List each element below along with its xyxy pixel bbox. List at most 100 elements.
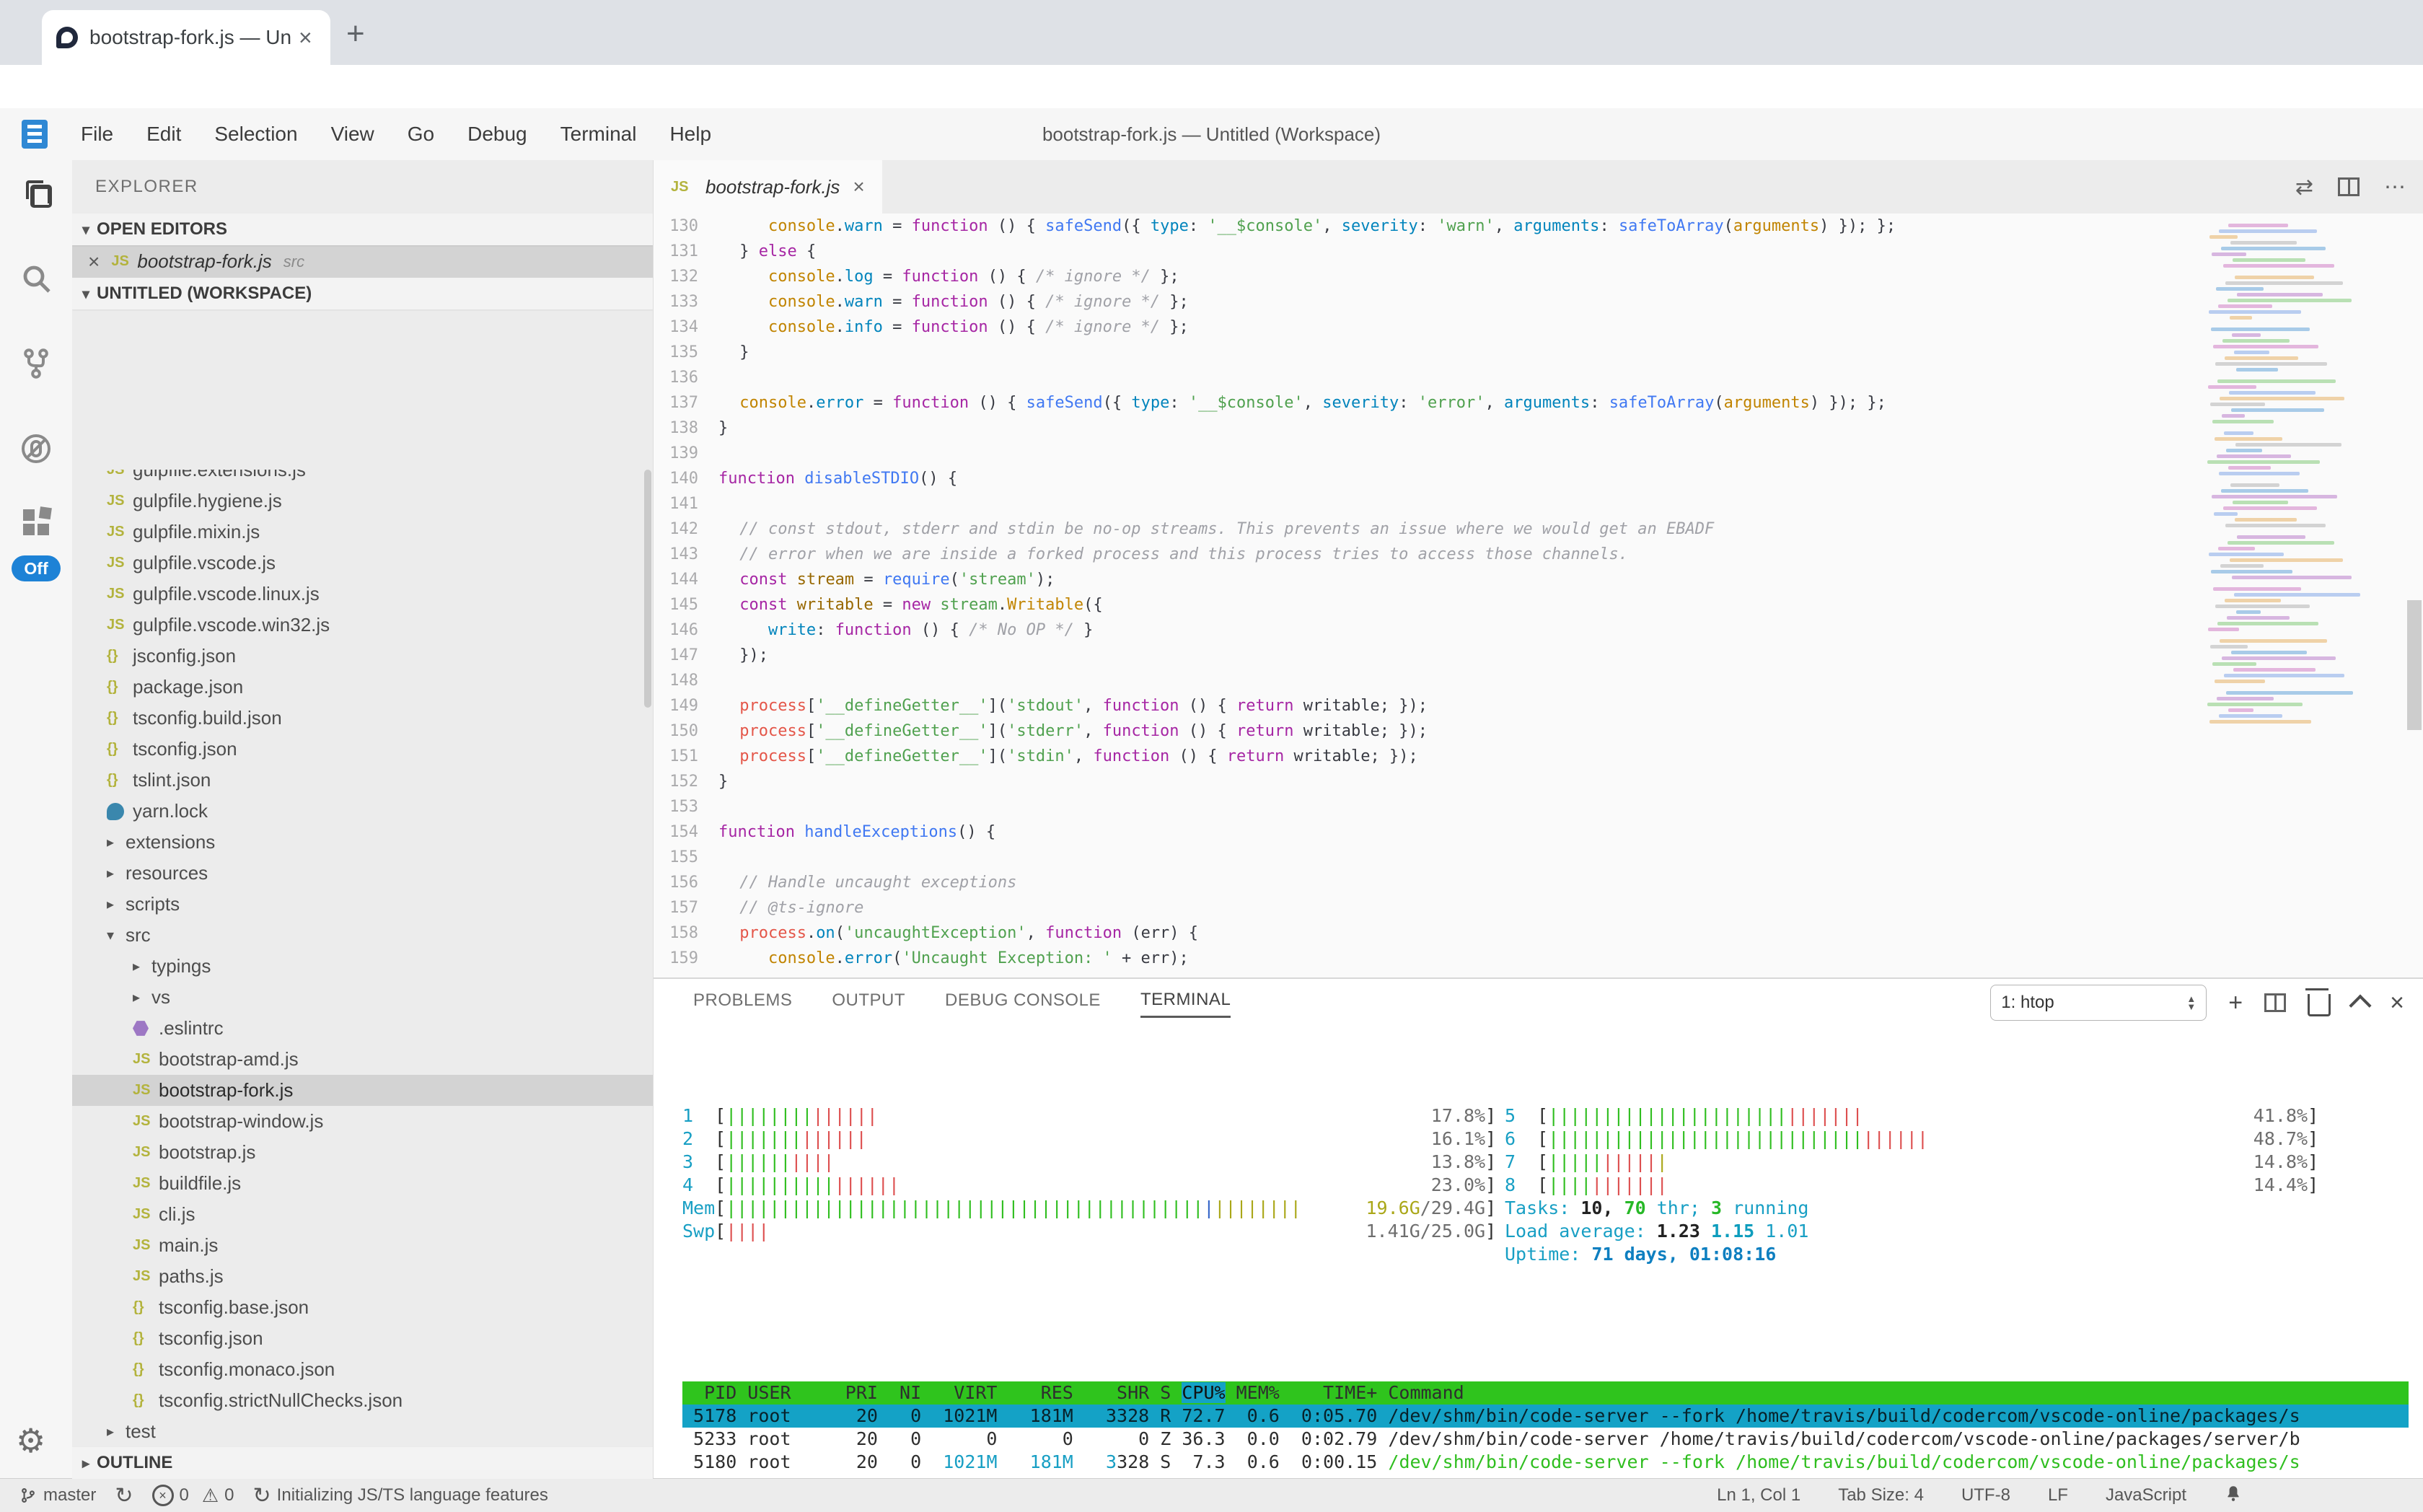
close-icon[interactable]: ×: [88, 250, 100, 273]
htop-process-row[interactable]: 5233 root 20 0 0 0 0 Z 36.3 0.0 0:02.79 …: [682, 1428, 2409, 1451]
new-tab-button[interactable]: +: [346, 16, 365, 52]
close-panel-icon[interactable]: ×: [2390, 989, 2404, 1017]
tree-item-tsconfig.base.json[interactable]: {}tsconfig.base.json: [72, 1292, 653, 1323]
chevron-down-icon: ▾: [82, 221, 89, 239]
tree-item-tsconfig.monaco.json[interactable]: {}tsconfig.monaco.json: [72, 1354, 653, 1385]
tree-item-test[interactable]: ▸test: [72, 1416, 653, 1447]
tree-item-gulpfile.vscode.win32.js[interactable]: JSgulpfile.vscode.win32.js: [72, 610, 653, 641]
tree-item-jsconfig.json[interactable]: {}jsconfig.json: [72, 641, 653, 672]
debug-disabled-icon[interactable]: [19, 431, 53, 466]
tree-item-extensions[interactable]: ▸extensions: [72, 827, 653, 858]
code-editor[interactable]: 130 console.warn = function () { safeSen…: [654, 214, 2423, 977]
workspace-header[interactable]: ▾ UNTITLED (WORKSPACE): [72, 278, 653, 309]
minimap[interactable]: [2207, 218, 2380, 744]
tree-item-gulpfile.vscode.js[interactable]: JSgulpfile.vscode.js: [72, 548, 653, 579]
split-terminal-icon[interactable]: [2264, 993, 2286, 1012]
open-editor-item[interactable]: × JS bootstrap-fork.js src: [72, 245, 653, 278]
htop-process-row[interactable]: 5178 root 20 0 1021M 181M 3328 R 72.7 0.…: [682, 1405, 2409, 1428]
explorer-icon[interactable]: [19, 176, 53, 211]
tree-item-scripts[interactable]: ▸scripts: [72, 889, 653, 920]
source-control-icon[interactable]: [19, 346, 53, 381]
js-file-icon: JS: [107, 617, 133, 633]
js-file-icon: JS: [107, 524, 133, 540]
tree-item-gulpfile.hygiene.js[interactable]: JSgulpfile.hygiene.js: [72, 485, 653, 517]
tab-close-icon[interactable]: ×: [299, 25, 312, 51]
settings-gear-icon[interactable]: ⚙: [16, 1421, 45, 1460]
htop-process-row[interactable]: 5180 root 20 0 1021M 181M 3328 S 7.3 0.6…: [682, 1451, 2409, 1473]
new-terminal-icon[interactable]: +: [2228, 989, 2243, 1017]
language-status[interactable]: ↻ Initializing JS/TS language features: [253, 1483, 548, 1508]
sidebar-title: EXPLORER: [72, 160, 653, 214]
sync-button[interactable]: ↻: [115, 1483, 133, 1508]
tree-item-tslint.json[interactable]: {}tslint.json: [72, 765, 653, 796]
tree-item-bootstrap.js[interactable]: JSbootstrap.js: [72, 1137, 653, 1168]
code-line-141: 141: [654, 491, 2423, 517]
language-mode[interactable]: JavaScript: [2106, 1485, 2186, 1506]
kill-terminal-icon[interactable]: [2308, 994, 2331, 1016]
sidebar-scrollbar[interactable]: [644, 470, 651, 708]
tree-item-.eslintrc[interactable]: .eslintrc: [72, 1013, 653, 1044]
extensions-icon[interactable]: [19, 505, 53, 540]
tree-item-tsconfig.json[interactable]: {}tsconfig.json: [72, 1323, 653, 1354]
tree-item-bootstrap-amd.js[interactable]: JSbootstrap-amd.js: [72, 1044, 653, 1075]
tree-item-tsconfig.json[interactable]: {}tsconfig.json: [72, 734, 653, 765]
tree-item-vs[interactable]: ▸vs: [72, 982, 653, 1013]
terminal-line: 8[|||||||||||14.4%]: [1505, 1174, 2409, 1197]
eol[interactable]: LF: [2048, 1485, 2068, 1506]
tree-item-bootstrap-fork.js[interactable]: JSbootstrap-fork.js: [72, 1075, 653, 1106]
tree-item-paths.js[interactable]: JSpaths.js: [72, 1261, 653, 1292]
tree-item-bootstrap-window.js[interactable]: JSbootstrap-window.js: [72, 1106, 653, 1137]
tab-size[interactable]: Tab Size: 4: [1838, 1485, 1924, 1506]
cursor-position[interactable]: Ln 1, Col 1: [1717, 1485, 1800, 1506]
outline-header[interactable]: ▸ OUTLINE: [72, 1447, 653, 1479]
notifications-bell-icon[interactable]: [2224, 1484, 2243, 1508]
tree-item-gulpfile.vscode.linux.js[interactable]: JSgulpfile.vscode.linux.js: [72, 579, 653, 610]
branch-indicator[interactable]: master: [19, 1485, 96, 1506]
js-file-icon: JS: [133, 1175, 159, 1192]
code-line-157: 157 // @ts-ignore: [654, 895, 2423, 920]
htop-table-header: PID USER PRI NI VIRT RES SHR S CPU% MEM%…: [682, 1381, 2409, 1405]
open-editors-header[interactable]: ▾ OPEN EDITORS: [72, 214, 653, 245]
encoding[interactable]: UTF-8: [1961, 1485, 2010, 1506]
terminal-select[interactable]: 1: htop ▲▼: [1990, 985, 2207, 1021]
tree-item-cli.js[interactable]: JScli.js: [72, 1199, 653, 1230]
editor-tabbar: JS bootstrap-fork.js × ⇄ ⋯: [654, 160, 2423, 214]
code-line-138: 138}: [654, 416, 2423, 441]
code-line-132: 132 console.log = function () { /* ignor…: [654, 264, 2423, 289]
terminal[interactable]: 1[||||||||||||||17.8%]2[|||||||||||||16.…: [682, 1058, 2409, 1473]
tree-item-typings[interactable]: ▸typings: [72, 951, 653, 982]
more-actions-icon[interactable]: ⋯: [2384, 175, 2406, 200]
tab-output[interactable]: OUTPUT: [832, 990, 905, 1016]
tab-debug-console[interactable]: DEBUG CONSOLE: [945, 990, 1101, 1016]
problems-indicator[interactable]: × 0 ⚠ 0: [152, 1485, 234, 1507]
tree-item-main.js[interactable]: JSmain.js: [72, 1230, 653, 1261]
browser-tab[interactable]: bootstrap-fork.js — Untitled (W ×: [42, 10, 330, 65]
code-line-154: 154function handleExceptions() {: [654, 819, 2423, 845]
browser-tab-title: bootstrap-fork.js — Untitled (W: [89, 26, 291, 49]
tree-item-yarn.lock[interactable]: yarn.lock: [72, 796, 653, 827]
split-editor-icon[interactable]: [2338, 177, 2360, 196]
search-icon[interactable]: [19, 261, 53, 296]
code-line-140: 140function disableSTDIO() {: [654, 466, 2423, 491]
editor-tab[interactable]: JS bootstrap-fork.js ×: [654, 160, 882, 214]
tree-item-tsconfig.strictNullChecks.json[interactable]: {}tsconfig.strictNullChecks.json: [72, 1385, 653, 1416]
tab-problems[interactable]: PROBLEMS: [693, 990, 792, 1016]
tree-item-gulpfile.extensions.js[interactable]: JSgulpfile.extensions.js: [72, 470, 653, 485]
eslint-file-icon: [133, 1021, 159, 1037]
tree-item-tsconfig.build.json[interactable]: {}tsconfig.build.json: [72, 703, 653, 734]
tree-item-package.json[interactable]: {}package.json: [72, 672, 653, 703]
off-badge[interactable]: Off: [12, 555, 61, 581]
maximize-panel-icon[interactable]: [2349, 994, 2372, 1016]
select-stepper-icon: ▲▼: [2186, 995, 2196, 1011]
tree-item-src[interactable]: ▾src: [72, 920, 653, 951]
git-branch-icon: [19, 1486, 38, 1505]
tab-close-icon[interactable]: ×: [853, 175, 864, 198]
tree-item-resources[interactable]: ▸resources: [72, 858, 653, 889]
tree-item-buildfile.js[interactable]: JSbuildfile.js: [72, 1168, 653, 1199]
editor-scrollbar[interactable]: [2407, 600, 2422, 730]
warnings-icon: ⚠: [202, 1485, 219, 1507]
bottom-panel: PROBLEMS OUTPUT DEBUG CONSOLE TERMINAL 1…: [654, 977, 2423, 1479]
tab-terminal[interactable]: TERMINAL: [1140, 990, 1231, 1018]
tree-item-gulpfile.mixin.js[interactable]: JSgulpfile.mixin.js: [72, 517, 653, 548]
compare-changes-icon[interactable]: ⇄: [2295, 175, 2313, 200]
